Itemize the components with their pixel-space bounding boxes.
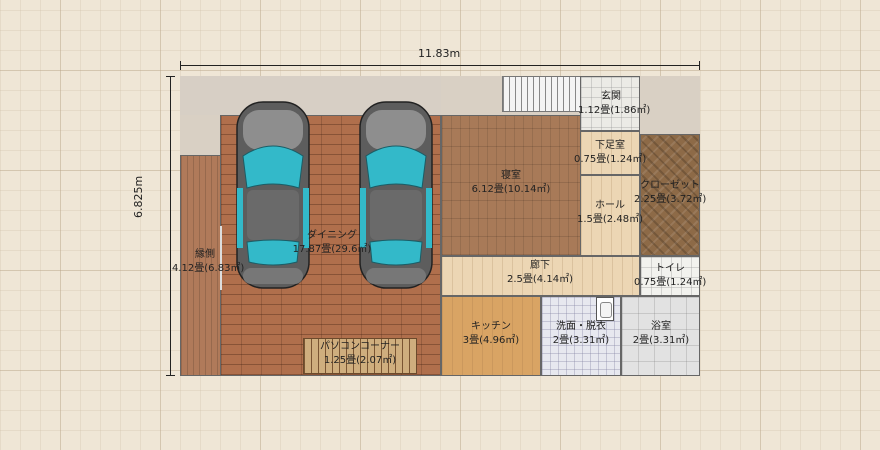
width-dimension-tick-left xyxy=(180,61,181,70)
depth-dimension-label: 6.825m xyxy=(132,175,145,218)
label-shoe-room: 下足室 0.75畳(1.24㎡) xyxy=(574,139,646,167)
label-veranda: 縁側 4.12畳(6.83㎡) xyxy=(172,248,245,276)
room-area: 2.25畳(3.72㎡) xyxy=(634,194,707,205)
room-name: クローゼット xyxy=(640,180,700,191)
room-name: 洗面・脱衣 xyxy=(556,321,606,332)
label-closet: クローゼット 2.25畳(3.72㎡) xyxy=(634,179,706,207)
width-dimension-label: 11.83m xyxy=(418,47,461,60)
room-area: 1.25畳(2.07㎡) xyxy=(323,355,397,366)
room-name: パソコンコーナー xyxy=(320,341,400,352)
room-area: 2畳(3.31㎡) xyxy=(552,335,610,346)
entrance-stairs xyxy=(502,76,582,112)
label-toilet: トイレ 0.75畳(1.24㎡) xyxy=(634,262,706,290)
room-name: ダイニング xyxy=(307,230,357,241)
room-name: トイレ xyxy=(655,263,685,274)
room-area: 0.75畳(1.24㎡) xyxy=(634,277,707,288)
depth-dimension-tick-top xyxy=(166,76,175,77)
room-name: 廊下 xyxy=(530,260,550,271)
label-entrance: 玄関 1.12畳(1.86㎡) xyxy=(578,90,651,118)
label-kitchen: キッチン 3畳(4.96㎡) xyxy=(446,320,536,348)
car-top-view-icon xyxy=(236,101,310,289)
label-bedroom: 寝室 6.12畳(10.14㎡) xyxy=(452,169,570,197)
width-dimension-line xyxy=(180,65,700,66)
depth-dimension-tick-bottom xyxy=(166,375,175,376)
room-area: 1.12畳(1.86㎡) xyxy=(578,105,651,116)
room-name: 寝室 xyxy=(501,170,521,181)
depth-dimension-line xyxy=(170,76,171,375)
car-top-view-icon xyxy=(359,101,433,289)
room-area: 6.12畳(10.14㎡) xyxy=(471,184,551,195)
label-washroom: 洗面・脱衣 2畳(3.31㎡) xyxy=(544,320,618,348)
room-name: 下足室 xyxy=(595,140,625,151)
room-area: 1.5畳(2.48㎡) xyxy=(577,214,643,225)
label-dining: ダイニング 17.87畳(29.6㎡) xyxy=(282,229,382,257)
room-area: 3畳(4.96㎡) xyxy=(462,335,520,346)
label-pc-corner: パソコンコーナー 1.25畳(2.07㎡) xyxy=(312,340,408,368)
room-area: 2畳(3.31㎡) xyxy=(632,335,690,346)
room-name: 浴室 xyxy=(651,321,671,332)
room-area: 2.5畳(4.14㎡) xyxy=(507,274,573,285)
room-area: 0.75畳(1.24㎡) xyxy=(574,154,647,165)
width-dimension-tick-right xyxy=(699,61,700,70)
sink-icon xyxy=(596,297,614,321)
room-name: キッチン xyxy=(471,321,511,332)
label-bathroom: 浴室 2畳(3.31㎡) xyxy=(624,320,698,348)
room-name: 玄関 xyxy=(601,91,621,102)
room-area: 17.87畳(29.6㎡) xyxy=(292,244,372,255)
label-corridor: 廊下 2.5畳(4.14㎡) xyxy=(490,259,590,287)
room-name: 縁側 xyxy=(195,249,215,260)
floor-plan-canvas: 11.83m 6.825m 玄関 1.12畳(1.86㎡) 下足室 0.75畳(… xyxy=(0,0,880,450)
room-area: 4.12畳(6.83㎡) xyxy=(172,263,245,274)
